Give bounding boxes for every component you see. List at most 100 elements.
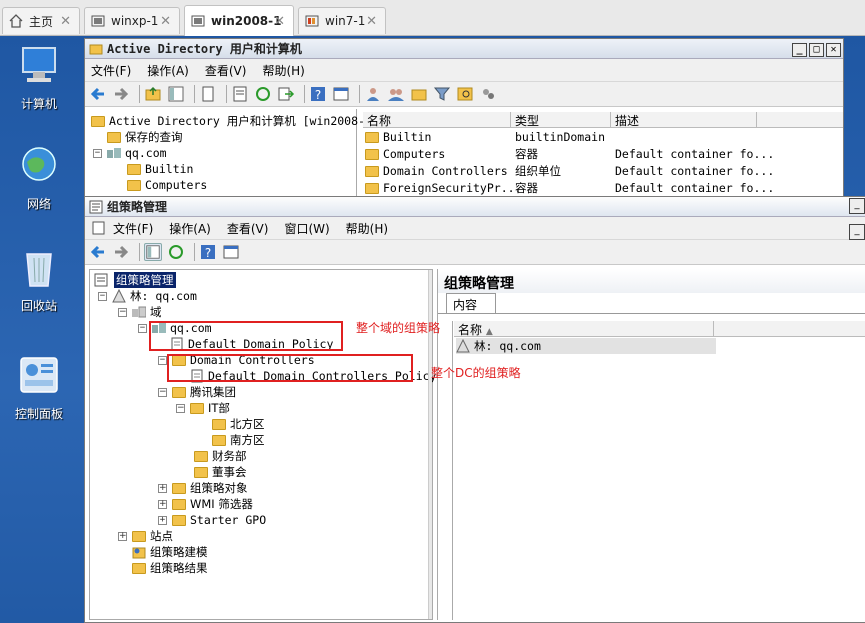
filter-icon[interactable] <box>433 85 451 103</box>
menu-help[interactable]: 帮助(H) <box>346 220 388 237</box>
tab-win2008[interactable]: win2008-1 ✕ <box>184 5 294 36</box>
list-item[interactable]: Computers 容器 Default container fo... <box>365 146 774 162</box>
gpm-tree-gpo[interactable]: + 组策略对象 <box>158 480 248 496</box>
gpm-tree-starter-gpo[interactable]: + Starter GPO <box>158 512 266 528</box>
expand-icon[interactable]: + <box>118 531 127 541</box>
expand-icon[interactable]: + <box>158 499 167 509</box>
gpm-tree-finance[interactable]: 财务部 <box>194 448 247 464</box>
desktop-icon-control-panel[interactable]: 控制面板 <box>8 354 70 422</box>
console-icon[interactable] <box>332 85 350 103</box>
collapse-icon[interactable]: − <box>176 403 185 413</box>
refresh-icon[interactable] <box>167 243 185 261</box>
back-arrow-icon[interactable] <box>89 243 107 261</box>
ad-tree-root[interactable]: Active Directory 用户和计算机 [win2008-1. <box>91 113 379 129</box>
gpm-tree-modeling[interactable]: 组策略建模 <box>132 544 208 560</box>
show-tree-icon[interactable] <box>144 243 162 261</box>
col-name[interactable]: 名称 ▲ <box>454 321 714 337</box>
ad-tree-domain[interactable]: − qq.com <box>93 145 167 161</box>
desktop-icon-network[interactable]: 网络 <box>8 144 70 212</box>
forward-arrow-icon[interactable] <box>112 243 130 261</box>
ad-users-computers-window[interactable]: Active Directory 用户和计算机 _ □ ✕ 文件(F) 操作(A) … <box>84 38 844 198</box>
gpm-tree-north[interactable]: 北方区 <box>212 416 265 432</box>
ad-tree-saved-queries[interactable]: 保存的查询 <box>107 129 183 145</box>
gpm-tree-south[interactable]: 南方区 <box>212 432 265 448</box>
control-panel-icon <box>20 357 58 393</box>
properties-icon[interactable] <box>231 85 249 103</box>
expand-icon[interactable]: + <box>158 515 167 525</box>
help-icon[interactable]: ? <box>309 85 327 103</box>
collapse-icon[interactable]: − <box>93 148 102 158</box>
expand-icon[interactable]: + <box>158 483 167 493</box>
tab-win7[interactable]: win7-1 ✕ <box>298 7 386 34</box>
tab-contents[interactable]: 内容 <box>446 293 496 313</box>
menu-window[interactable]: 窗口(W) <box>284 220 329 237</box>
show-tree-icon[interactable] <box>167 85 185 103</box>
gpm-tree-it[interactable]: − IT部 <box>176 400 230 416</box>
ad-window-title: Active Directory 用户和计算机 <box>107 42 302 56</box>
menu-file[interactable]: 文件(F) <box>113 220 153 237</box>
menu-file[interactable]: 文件(F) <box>91 62 131 79</box>
desktop-icon-computer[interactable]: 计算机 <box>8 44 70 112</box>
forward-arrow-icon[interactable] <box>112 85 130 103</box>
export-icon[interactable] <box>277 85 295 103</box>
domains-icon <box>132 306 146 318</box>
col-type[interactable]: 类型 <box>511 112 611 128</box>
gpm-tree-wmi[interactable]: + WMI 筛选器 <box>158 496 253 512</box>
collapse-icon[interactable]: − <box>138 323 147 333</box>
ou-folder-icon <box>194 466 208 478</box>
col-name[interactable]: 名称 <box>363 112 511 128</box>
refresh-icon[interactable] <box>254 85 272 103</box>
console-icon[interactable] <box>222 243 240 261</box>
gpm-window-title: 组策略管理 <box>107 200 168 214</box>
close-icon[interactable]: ✕ <box>274 14 285 29</box>
add-to-group-icon[interactable] <box>479 85 497 103</box>
collapse-icon[interactable]: − <box>158 355 167 365</box>
gpm-window[interactable]: 组策略管理 文件(F) 操作(A) 查看(V) 窗口(W) 帮助(H) ? 组策… <box>84 196 865 623</box>
gpm-tree-forest[interactable]: − 林: qq.com <box>98 288 197 304</box>
ou-folder-icon <box>212 434 226 446</box>
desktop-icon-recycle[interactable]: 回收站 <box>8 246 70 314</box>
new-user-icon[interactable] <box>364 85 382 103</box>
list-item[interactable]: Domain Controllers 组织单位 Default containe… <box>365 163 774 179</box>
up-folder-icon[interactable] <box>144 85 162 103</box>
gpm-tree-board[interactable]: 董事会 <box>194 464 247 480</box>
new-ou-icon[interactable] <box>410 85 428 103</box>
ad-tree-builtin[interactable]: Builtin <box>127 161 193 177</box>
minimize-button[interactable]: _ <box>849 198 865 214</box>
list-item[interactable]: Builtin builtinDomain <box>365 129 615 145</box>
ad-titlebar: Active Directory 用户和计算机 _ □ ✕ <box>85 39 843 59</box>
tab-winxp[interactable]: winxp-1 ✕ <box>84 7 180 34</box>
close-icon[interactable]: ✕ <box>60 14 71 29</box>
gpm-tree-results[interactable]: 组策略结果 <box>132 560 208 576</box>
gpm-tree-sites[interactable]: + 站点 <box>118 528 173 544</box>
menu-action[interactable]: 操作(A) <box>169 220 211 237</box>
gpm-tree-root[interactable]: 组策略管理 <box>94 272 176 288</box>
minimize-button[interactable]: _ <box>792 42 807 57</box>
collapse-icon[interactable]: − <box>118 307 127 317</box>
close-icon[interactable]: ✕ <box>366 14 377 29</box>
close-icon[interactable]: ✕ <box>160 14 171 29</box>
collapse-icon[interactable]: − <box>158 387 167 397</box>
menu-help[interactable]: 帮助(H) <box>262 62 304 79</box>
gpm-tree-tencent[interactable]: − 腾讯集团 <box>158 384 236 400</box>
collapse-icon[interactable]: − <box>98 291 107 301</box>
tab-label: win2008-1 <box>211 14 282 28</box>
maximize-button[interactable]: □ <box>809 42 824 57</box>
find-icon[interactable] <box>456 85 474 103</box>
gpm-toolbar: ? <box>85 239 865 265</box>
list-item[interactable]: 林: qq.com <box>456 338 716 354</box>
copy-icon[interactable] <box>199 85 217 103</box>
back-arrow-icon[interactable] <box>89 85 107 103</box>
minimize-button[interactable]: _ <box>849 224 865 240</box>
gpm-tree-domains[interactable]: − 域 <box>118 304 162 320</box>
close-button[interactable]: ✕ <box>826 42 841 57</box>
new-group-icon[interactable] <box>387 85 405 103</box>
menu-view[interactable]: 查看(V) <box>227 220 269 237</box>
ad-tree-computers[interactable]: Computers <box>127 177 207 193</box>
menu-action[interactable]: 操作(A) <box>147 62 189 79</box>
tab-home[interactable]: 主页 ✕ <box>2 7 80 34</box>
col-desc[interactable]: 描述 <box>611 112 757 128</box>
list-item[interactable]: ForeignSecurityPr... 容器 Default containe… <box>365 180 774 196</box>
help-icon[interactable]: ? <box>199 243 217 261</box>
menu-view[interactable]: 查看(V) <box>205 62 247 79</box>
